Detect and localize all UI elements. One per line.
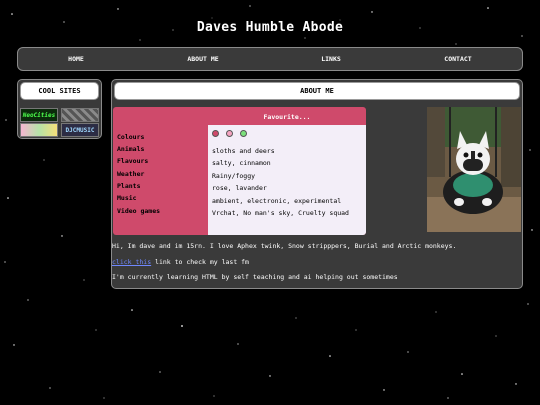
favourite-value: ambient, electronic, experimental xyxy=(212,197,342,205)
colour-swatch-2 xyxy=(226,130,233,137)
bio-lastfm-line: click this link to check my last fm xyxy=(112,258,249,266)
bio-learning-text: I'm currently learning HTML by self teac… xyxy=(112,273,398,281)
favourite-value: Vrchat, No man's sky, Cruelty squad xyxy=(212,209,349,217)
category-label: Colours xyxy=(117,133,145,141)
colour-swatches xyxy=(212,127,272,139)
neocities-badge[interactable]: NeoCities xyxy=(20,108,58,122)
main-navbar: HOME ABOUT ME LINKS CONTACT xyxy=(17,47,523,71)
site-title: Daves Humble Abode xyxy=(196,20,344,35)
colour-swatch-3 xyxy=(240,130,247,137)
favourite-value: salty, cinnamon xyxy=(212,159,271,167)
favourite-value: rose, lavander xyxy=(212,184,267,192)
lastfm-link-suffix: link to check my last fm xyxy=(151,258,249,266)
lastfm-link[interactable]: click this xyxy=(112,258,151,266)
category-label: Video games xyxy=(117,207,161,215)
category-label: Flavours xyxy=(117,157,149,165)
category-label: Animals xyxy=(117,145,145,153)
bio-intro-text: Hi, Im dave and im 15rn. I love Aphex tw… xyxy=(112,242,457,250)
favourites-values: sloths and deers salty, cinnamon Rainy/f… xyxy=(208,125,366,235)
colour-swatch-1 xyxy=(212,130,219,137)
nav-link-home[interactable]: HOME xyxy=(68,48,84,70)
site-badge-pattern[interactable] xyxy=(61,108,99,122)
nav-link-contact[interactable]: CONTACT xyxy=(444,48,471,70)
nav-link-links[interactable]: LINKS xyxy=(321,48,341,70)
site-badge-colorful[interactable] xyxy=(20,123,58,137)
favourites-categories: Colours Animals Flavours Weather Plants … xyxy=(113,127,208,235)
category-label: Music xyxy=(117,194,137,202)
favourite-value: sloths and deers xyxy=(212,147,275,155)
category-label: Weather xyxy=(117,170,145,178)
about-me-header: ABOUT ME xyxy=(114,82,520,100)
cool-sites-title: COOL SITES xyxy=(20,82,99,100)
category-label: Plants xyxy=(117,182,141,190)
cool-sites-sidebar: COOL SITES NeoCities DJCMUSIC xyxy=(17,79,102,139)
favourites-table: Favourite... Colours Animals Flavours We… xyxy=(113,107,366,235)
favourites-heading: Favourite... xyxy=(263,113,311,121)
favourite-value: Rainy/foggy xyxy=(212,172,256,180)
djcmusic-badge[interactable]: DJCMUSIC xyxy=(61,123,99,137)
dog-photo xyxy=(427,107,521,232)
nav-link-about-me[interactable]: ABOUT ME xyxy=(187,48,218,70)
